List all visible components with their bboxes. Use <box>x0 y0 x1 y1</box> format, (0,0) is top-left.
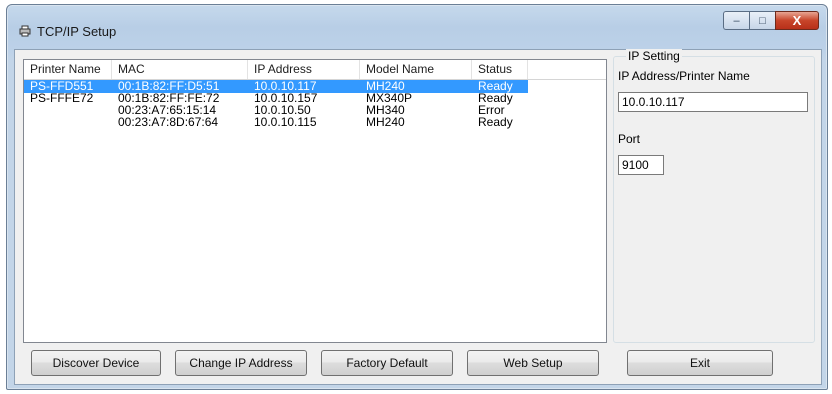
web-setup-button[interactable]: Web Setup <box>467 350 599 376</box>
window-title: TCP/IP Setup <box>37 24 117 39</box>
minimize-icon: – <box>733 14 740 27</box>
cell-mac: 00:23:A7:8D:67:64 <box>118 115 219 129</box>
port-field[interactable]: 9100 <box>618 155 664 175</box>
close-button[interactable]: X <box>775 11 819 30</box>
ip-setting-group: IP Setting IP Address/Printer Name 10.0.… <box>613 49 815 343</box>
factory-default-label: Factory Default <box>346 356 428 370</box>
close-icon: X <box>792 13 802 28</box>
exit-label: Exit <box>689 356 710 370</box>
port-label: Port <box>618 132 641 146</box>
discover-device-button[interactable]: Discover Device <box>31 350 161 376</box>
title-bar[interactable]: TCP/IP Setup – □ X <box>7 5 827 49</box>
ip-address-label: IP Address/Printer Name <box>618 69 750 83</box>
printer-icon <box>19 25 31 37</box>
column-header-mac[interactable]: MAC <box>112 60 248 79</box>
printer-list-header: Printer Name MAC IP Address Model Name S… <box>24 60 606 80</box>
caption-buttons: – □ X <box>723 11 819 31</box>
column-header-ip-address[interactable]: IP Address <box>248 60 360 79</box>
column-header-printer-name[interactable]: Printer Name <box>24 60 112 79</box>
tcpip-setup-window: TCP/IP Setup – □ X Printer Name MAC IP A… <box>6 4 828 390</box>
change-ip-address-label: Change IP Address <box>189 356 293 370</box>
change-ip-address-button[interactable]: Change IP Address <box>175 350 307 376</box>
dialog-client-area: Printer Name MAC IP Address Model Name S… <box>14 49 822 385</box>
column-header-model-name[interactable]: Model Name <box>360 60 472 79</box>
discover-device-label: Discover Device <box>52 356 140 370</box>
ip-address-field[interactable]: 10.0.10.117 <box>618 92 808 112</box>
printer-list[interactable]: Printer Name MAC IP Address Model Name S… <box>23 59 607 343</box>
column-header-status[interactable]: Status <box>472 60 528 79</box>
minimize-button[interactable]: – <box>723 11 749 30</box>
exit-button[interactable]: Exit <box>627 350 773 376</box>
ip-setting-group-title: IP Setting <box>626 49 682 63</box>
cell-ip-address: 10.0.10.115 <box>254 115 317 129</box>
web-setup-label: Web Setup <box>503 356 563 370</box>
table-row[interactable]: 00:23:A7:8D:67:64 10.0.10.115 MH240 Ready <box>24 116 606 129</box>
maximize-icon: □ <box>759 14 766 27</box>
cell-model-name: MH240 <box>366 115 405 129</box>
maximize-button[interactable]: □ <box>749 11 775 30</box>
factory-default-button[interactable]: Factory Default <box>321 350 453 376</box>
cell-status: Ready <box>478 115 513 129</box>
